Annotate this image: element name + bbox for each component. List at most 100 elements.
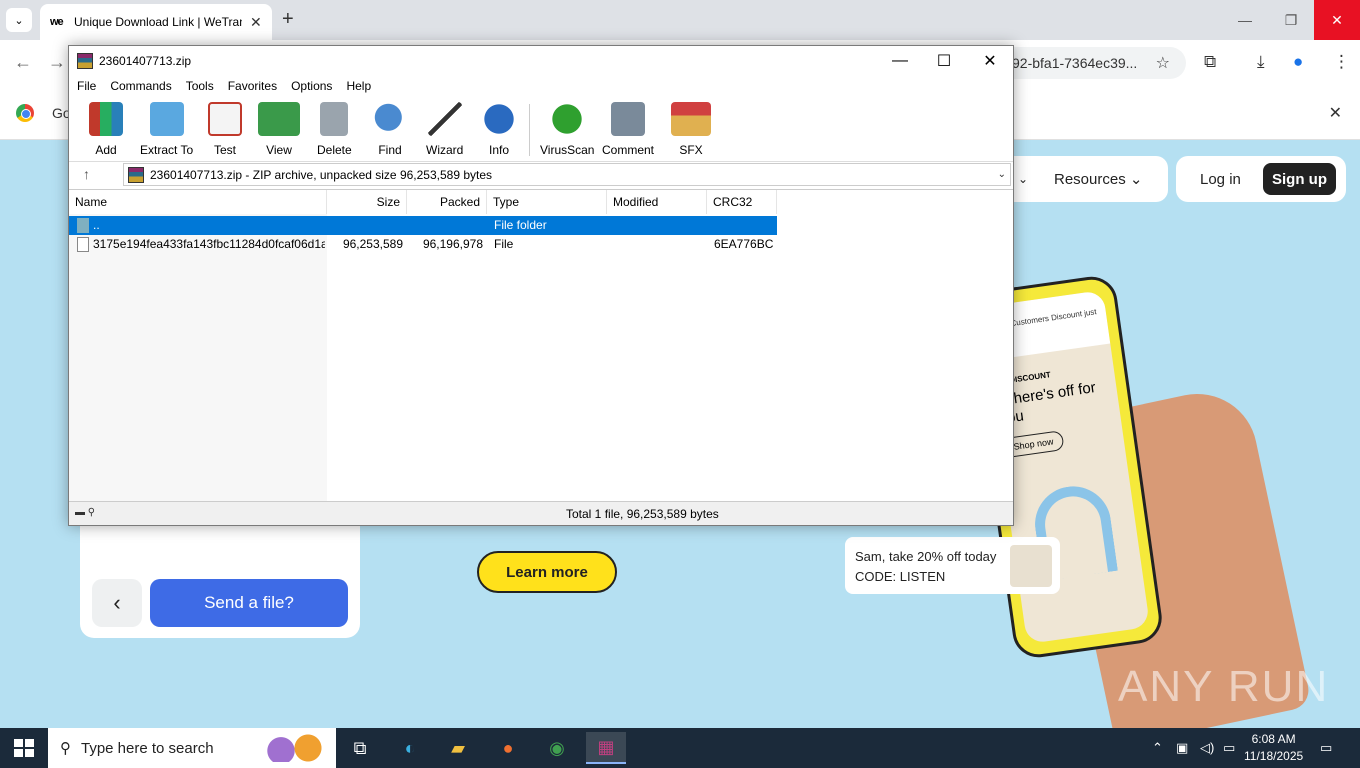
table-row[interactable]: 3175e194fea433fa143fbc11284d0fcaf06d1a..…	[69, 235, 777, 254]
column-name[interactable]: Name	[69, 190, 327, 214]
virus-bug-icon	[550, 102, 585, 136]
table-row[interactable]: .. File folder	[69, 216, 777, 235]
toolbar-test-button[interactable]: Test	[208, 102, 242, 157]
info-icon	[482, 102, 516, 136]
profile-avatar-icon[interactable]: ●	[1293, 52, 1303, 72]
magnifier-icon	[373, 102, 407, 136]
column-size[interactable]: Size	[327, 190, 407, 214]
learn-more-button[interactable]: Learn more	[477, 551, 617, 593]
chevron-down-icon[interactable]: ⌄	[1018, 172, 1028, 186]
nav-pill: ⌄ Resources ⌄	[1010, 156, 1168, 202]
chrome-icon[interactable]: ◉	[537, 732, 577, 764]
notification-icon[interactable]: ▭	[1320, 740, 1332, 756]
winrar-app-icon	[77, 53, 93, 69]
book-icon	[258, 102, 300, 136]
toolbar-wizard-button[interactable]: Wizard	[426, 102, 463, 157]
menu-favorites[interactable]: Favorites	[228, 76, 285, 96]
taskbar-search[interactable]: ⚲ Type here to search	[48, 728, 336, 768]
drive-icon[interactable]: ▬ ⚲	[75, 507, 95, 518]
toolbar-sfx-button[interactable]: SFX	[671, 102, 711, 157]
winrar-close-button[interactable]: ✕	[967, 50, 1013, 72]
new-tab-button[interactable]: +	[282, 8, 294, 31]
back-arrow-icon[interactable]: ←	[14, 52, 32, 73]
sfx-box-icon	[671, 102, 711, 136]
promo-toast[interactable]: Sam, take 20% off today CODE: LISTEN	[845, 537, 1060, 594]
winrar-minimize-button[interactable]: —	[877, 50, 923, 72]
row-type: File	[494, 237, 514, 251]
back-button[interactable]: ‹	[92, 579, 142, 627]
menu-options[interactable]: Options	[291, 76, 340, 96]
forward-arrow-icon[interactable]: →	[48, 52, 66, 73]
browser-minimize-button[interactable]: —	[1222, 0, 1268, 40]
tray-chevron-icon[interactable]: ⌃	[1152, 740, 1163, 756]
checklist-icon	[208, 102, 242, 136]
task-view-icon[interactable]: ⧉	[340, 732, 380, 764]
row-type: File folder	[494, 218, 547, 232]
menu-help[interactable]: Help	[346, 76, 379, 96]
browser-restore-button[interactable]: ❐	[1268, 0, 1314, 40]
row-name: ..	[93, 218, 100, 232]
toolbar-comment-button[interactable]: Comment	[602, 102, 654, 157]
magic-wand-icon	[427, 102, 462, 136]
winrar-taskbar-icon[interactable]: ▦	[586, 732, 626, 764]
nav-resources[interactable]: Resources ⌄	[1054, 170, 1142, 188]
windows-start-icon[interactable]	[14, 739, 34, 757]
status-bar: ▬ ⚲ Total 1 file, 96,253,589 bytes	[69, 501, 1013, 525]
bookmark-star-icon[interactable]: ☆	[1156, 53, 1170, 73]
infobar-close-icon[interactable]: ✕	[1329, 103, 1342, 123]
row-modified	[614, 216, 704, 235]
url-text: 92-bfa1-7364ec39...	[1012, 55, 1138, 71]
clock-time: 6:08 AM	[1251, 732, 1296, 746]
toolbar-add-button[interactable]: Add	[89, 102, 123, 157]
toolbar-info-button[interactable]: Info	[482, 102, 516, 157]
edge-icon[interactable]: ◐	[390, 732, 430, 764]
folder-icon	[149, 102, 184, 136]
browser-tab[interactable]: we Unique Download Link | WeTransfer ✕	[40, 4, 272, 40]
tab-search-button[interactable]: ⌄	[6, 8, 32, 32]
browser-close-button[interactable]: ✕	[1314, 0, 1360, 40]
menu-commands[interactable]: Commands	[110, 76, 179, 96]
menu-file[interactable]: File	[77, 76, 104, 96]
column-crc32[interactable]: CRC32	[707, 190, 777, 214]
login-link[interactable]: Log in	[1200, 171, 1241, 188]
column-modified[interactable]: Modified	[607, 190, 707, 214]
winrar-maximize-button[interactable]: ☐	[921, 50, 967, 72]
address-bar[interactable]: 92-bfa1-7364ec39... ☆	[1000, 47, 1186, 79]
toolbar-delete-button[interactable]: Delete	[317, 102, 352, 157]
path-dropdown-icon[interactable]: ⌄	[998, 169, 1006, 180]
toolbar-find-button[interactable]: Find	[373, 102, 407, 157]
archive-icon	[128, 166, 144, 183]
wetransfer-favicon-icon: we	[50, 16, 64, 28]
archive-path-field[interactable]: 23601407713.zip - ZIP archive, unpacked …	[123, 163, 1011, 186]
row-modified	[614, 235, 704, 254]
file-explorer-icon[interactable]: ▰	[438, 732, 478, 764]
send-file-button[interactable]: Send a file?	[150, 579, 348, 627]
column-packed[interactable]: Packed	[407, 190, 487, 214]
toolbar-extract-button[interactable]: Extract To	[140, 102, 193, 157]
archive-path-text: 23601407713.zip - ZIP archive, unpacked …	[150, 167, 493, 182]
up-folder-icon[interactable]: ↑	[83, 166, 90, 182]
add-archive-icon	[89, 102, 123, 136]
toolbar-virusscan-button[interactable]: VirusScan	[540, 102, 594, 157]
meet-now-icon[interactable]: ▣	[1176, 740, 1188, 756]
volume-icon[interactable]: ◁)	[1200, 740, 1214, 756]
folder-icon	[77, 218, 89, 233]
trash-icon	[320, 102, 349, 136]
download-icon[interactable]: ⤓	[1257, 52, 1265, 72]
file-list: Name Size Packed Type Modified CRC32 .. …	[69, 189, 1013, 501]
anyrun-watermark: ANY RUN	[1118, 662, 1330, 711]
menu-kebab-icon[interactable]: ⋮	[1333, 52, 1350, 72]
menu-tools[interactable]: Tools	[186, 76, 222, 96]
extensions-icon[interactable]: ⧉	[1204, 52, 1216, 72]
winrar-title: 23601407713.zip	[99, 54, 192, 68]
taskbar-clock[interactable]: 6:08 AM 11/18/2025	[1244, 731, 1303, 765]
column-headers: Name Size Packed Type Modified CRC32	[69, 190, 1013, 214]
tab-close-icon[interactable]: ✕	[250, 14, 262, 31]
column-type[interactable]: Type	[487, 190, 607, 214]
winrar-toolbar: Add Extract To Test View Delete Find Wiz…	[69, 98, 1013, 158]
winrar-titlebar: 23601407713.zip	[69, 46, 1013, 76]
toolbar-view-button[interactable]: View	[258, 102, 300, 157]
network-icon[interactable]: ▭	[1223, 740, 1235, 756]
firefox-icon[interactable]: ●	[488, 732, 528, 764]
signup-button[interactable]: Sign up	[1263, 163, 1336, 195]
